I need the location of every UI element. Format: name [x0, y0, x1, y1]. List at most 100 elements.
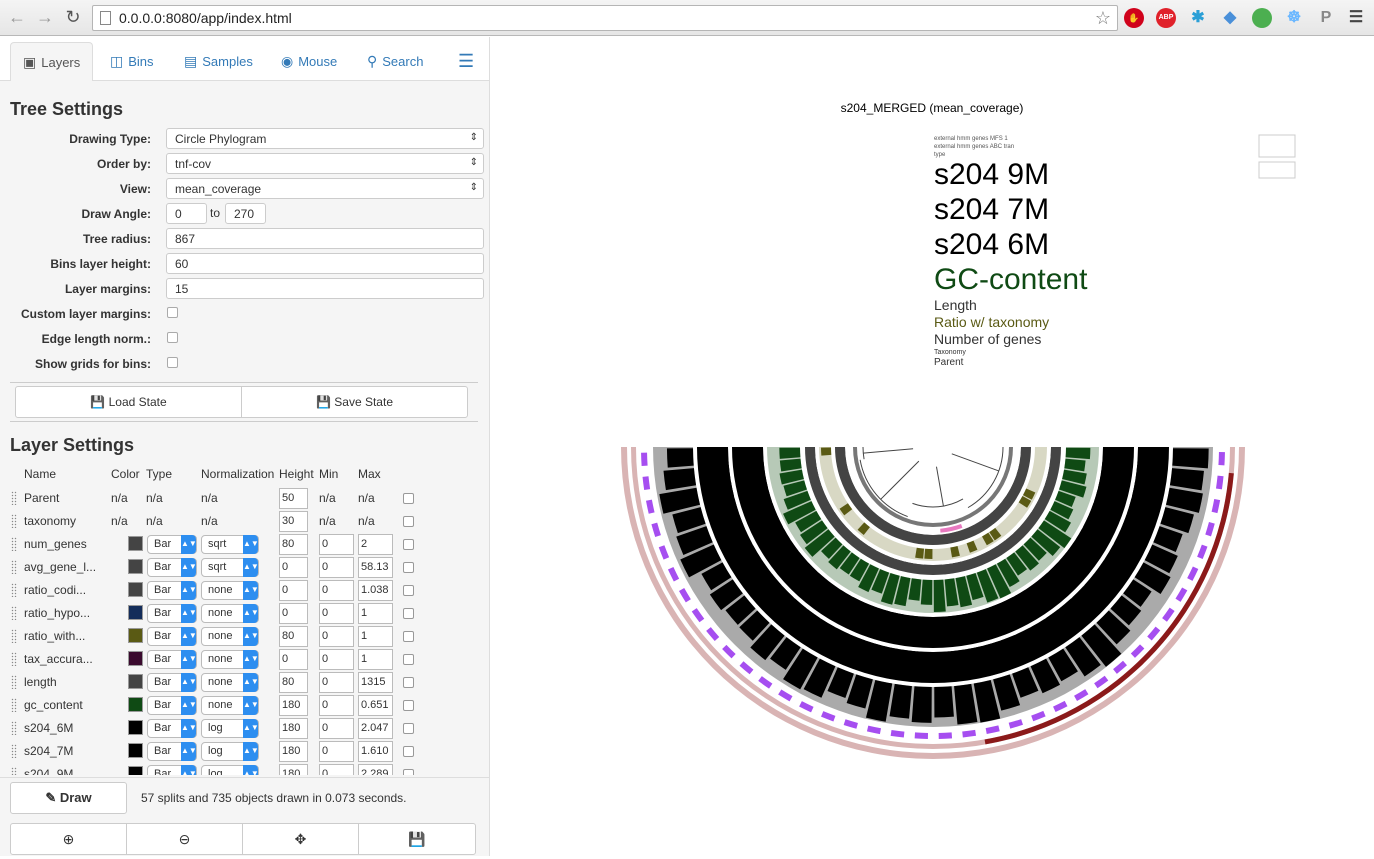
layer-normalization-select[interactable]: sqrt ▲▼ [201, 558, 259, 577]
layer-normalization-select[interactable]: log ▲▼ [201, 719, 259, 738]
drag-handle-icon[interactable] [11, 514, 17, 528]
layer-type-select[interactable]: Bar ▲▼ [147, 581, 197, 600]
layer-checkbox[interactable] [403, 654, 414, 665]
layer-max-input[interactable]: 1.038 [358, 580, 393, 601]
phylogram-svg[interactable]: s204_MERGED (mean_coverage) external hmm… [491, 37, 1374, 856]
drag-handle-icon[interactable] [11, 698, 17, 712]
load-state-button[interactable]: 💾 Load State [16, 387, 242, 417]
layer-checkbox[interactable] [403, 562, 414, 573]
drag-handle-icon[interactable] [11, 491, 17, 505]
layer-checkbox[interactable] [403, 769, 414, 775]
layer-color-swatch[interactable] [128, 651, 143, 666]
draw-button[interactable]: ✎ Draw [10, 782, 127, 814]
layer-height-input[interactable]: 0 [279, 649, 308, 670]
reload-icon[interactable]: ↻ [62, 6, 84, 28]
layer-type-select[interactable]: Bar ▲▼ [147, 558, 197, 577]
layer-min-input[interactable]: 0 [319, 649, 354, 670]
angle-end-input[interactable]: 270 [225, 203, 266, 224]
layer-color-swatch[interactable] [128, 605, 143, 620]
layer-max-input[interactable]: 1 [358, 603, 393, 624]
layer-min-input[interactable]: 0 [319, 603, 354, 624]
bins-layer-height-input[interactable]: 60 [166, 253, 484, 274]
forward-icon[interactable]: → [34, 6, 56, 28]
layer-min-input[interactable]: 0 [319, 534, 354, 555]
layer-min-input[interactable]: 0 [319, 695, 354, 716]
layer-color-swatch[interactable] [128, 697, 143, 712]
layer-max-input[interactable]: 0.651 [358, 695, 393, 716]
layer-color-swatch[interactable] [128, 628, 143, 643]
layer-max-input[interactable]: 1315 [358, 672, 393, 693]
address-bar[interactable]: 0.0.0.0:8080/app/index.html ☆ [92, 5, 1118, 31]
layer-normalization-select[interactable]: sqrt ▲▼ [201, 535, 259, 554]
layer-checkbox[interactable] [403, 631, 414, 642]
layer-max-input[interactable]: 58.13 [358, 557, 393, 578]
layer-type-select[interactable]: Bar ▲▼ [147, 673, 197, 692]
adblock-icon[interactable]: ABP [1156, 8, 1176, 28]
layer-max-input[interactable]: 1 [358, 649, 393, 670]
tab-bins[interactable]: ◫ Bins [106, 42, 154, 81]
drag-handle-icon[interactable] [11, 652, 17, 666]
layer-height-input[interactable]: 0 [279, 557, 308, 578]
layer-color-swatch[interactable] [128, 674, 143, 689]
tab-layers[interactable]: ▣ Layers [10, 42, 93, 81]
save-state-button[interactable]: 💾 Save State [242, 387, 467, 417]
layer-type-select[interactable]: Bar ▲▼ [147, 627, 197, 646]
layer-max-input[interactable]: 2.289 [358, 764, 393, 775]
layer-max-input[interactable]: 2 [358, 534, 393, 555]
view-select[interactable]: mean_coverage [166, 178, 484, 199]
layer-checkbox[interactable] [403, 700, 414, 711]
layer-height-input[interactable]: 80 [279, 672, 308, 693]
layer-height-input[interactable]: 180 [279, 695, 308, 716]
layer-height-input[interactable]: 180 [279, 741, 308, 762]
layer-height-input[interactable]: 180 [279, 718, 308, 739]
layer-normalization-select[interactable]: none ▲▼ [201, 581, 259, 600]
tab-search[interactable]: ⚲ Search [363, 42, 423, 81]
layer-type-select[interactable]: Bar ▲▼ [147, 535, 197, 554]
tab-samples[interactable]: ▤ Samples [180, 42, 253, 81]
diamond-extension-icon[interactable]: ◆ [1220, 8, 1240, 28]
paypal-extension-icon[interactable]: P [1316, 8, 1336, 28]
layer-max-input[interactable]: 1.610 [358, 741, 393, 762]
layer-checkbox[interactable] [403, 723, 414, 734]
layer-max-input[interactable]: 2.047 [358, 718, 393, 739]
layer-type-select[interactable]: Bar ▲▼ [147, 765, 197, 775]
drag-handle-icon[interactable] [11, 721, 17, 735]
drag-handle-icon[interactable] [11, 583, 17, 597]
layer-color-swatch[interactable] [128, 766, 143, 775]
order-by-select[interactable]: tnf-cov [166, 153, 484, 174]
stop-extension-icon[interactable]: ✋ [1124, 8, 1144, 28]
tree-radius-input[interactable]: 867 [166, 228, 484, 249]
layer-color-swatch[interactable] [128, 743, 143, 758]
center-move-icon[interactable]: ✥ [243, 824, 359, 854]
layer-checkbox[interactable] [403, 493, 414, 504]
layer-checkbox[interactable] [403, 608, 414, 619]
layer-height-input[interactable]: 0 [279, 580, 308, 601]
layer-color-swatch[interactable] [128, 582, 143, 597]
layer-normalization-select[interactable]: none ▲▼ [201, 696, 259, 715]
layer-margins-input[interactable]: 15 [166, 278, 484, 299]
layer-height-input[interactable]: 80 [279, 534, 308, 555]
layer-height-input[interactable]: 50 [279, 488, 308, 509]
zoom-out-icon[interactable]: ⊖ [127, 824, 243, 854]
drag-handle-icon[interactable] [11, 629, 17, 643]
tab-mouse[interactable]: ◉ Mouse [277, 42, 337, 81]
layer-type-select[interactable]: Bar ▲▼ [147, 742, 197, 761]
ghost-extension-icon[interactable]: ☸ [1284, 8, 1304, 28]
layer-normalization-select[interactable]: none ▲▼ [201, 604, 259, 623]
layer-max-input[interactable]: 1 [358, 626, 393, 647]
layer-min-input[interactable]: 0 [319, 580, 354, 601]
layer-type-select[interactable]: Bar ▲▼ [147, 696, 197, 715]
tree-canvas[interactable]: s204_MERGED (mean_coverage) external hmm… [491, 37, 1374, 856]
layer-checkbox[interactable] [403, 539, 414, 550]
drag-handle-icon[interactable] [11, 537, 17, 551]
hamburger-menu-icon[interactable]: ☰ [454, 42, 474, 81]
balloon-extension-icon[interactable] [1252, 8, 1272, 28]
back-icon[interactable]: ← [6, 6, 28, 28]
show-grids-checkbox[interactable] [167, 357, 178, 368]
zoom-in-icon[interactable]: ⊕ [11, 824, 127, 854]
drag-handle-icon[interactable] [11, 606, 17, 620]
layer-height-input[interactable]: 0 [279, 603, 308, 624]
layer-type-select[interactable]: Bar ▲▼ [147, 719, 197, 738]
drag-handle-icon[interactable] [11, 744, 17, 758]
layer-min-input[interactable]: 0 [319, 764, 354, 775]
